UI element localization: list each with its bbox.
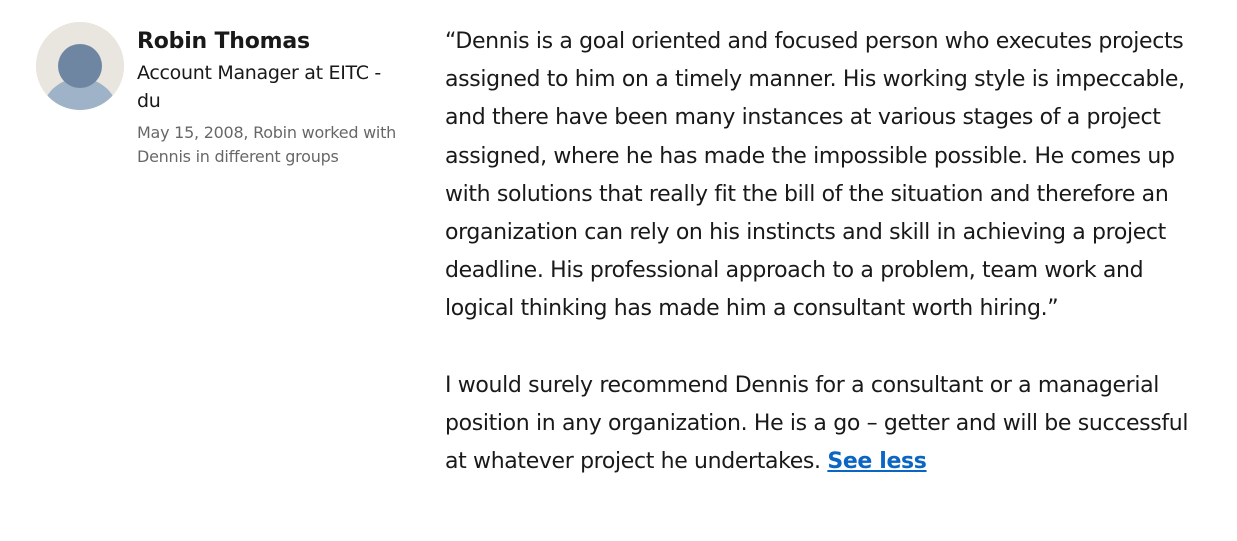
recommendation-meta: May 15, 2008, Robin worked with Dennis i…	[137, 123, 397, 166]
recommendation-text: “Dennis is a goal oriented and focused p…	[445, 23, 1205, 481]
recommendation-paragraph-1: “Dennis is a goal oriented and focused p…	[445, 29, 1185, 322]
recommendation-paragraph-2: I would surely recommend Dennis for a co…	[445, 372, 1189, 475]
recommendation-paragraph-2-wrap: I would surely recommend Dennis for a co…	[445, 367, 1205, 482]
recommendation-card: Robin Thomas Account Manager at EITC - d…	[0, 0, 1237, 541]
see-less-link[interactable]: See less	[827, 449, 927, 474]
author-headline: Account Manager at EITC - du	[137, 62, 381, 112]
author-info: Robin Thomas Account Manager at EITC - d…	[137, 28, 427, 169]
author-name[interactable]: Robin Thomas	[137, 28, 427, 56]
default-person-avatar-icon	[36, 22, 124, 110]
author-avatar[interactable]	[36, 22, 124, 110]
